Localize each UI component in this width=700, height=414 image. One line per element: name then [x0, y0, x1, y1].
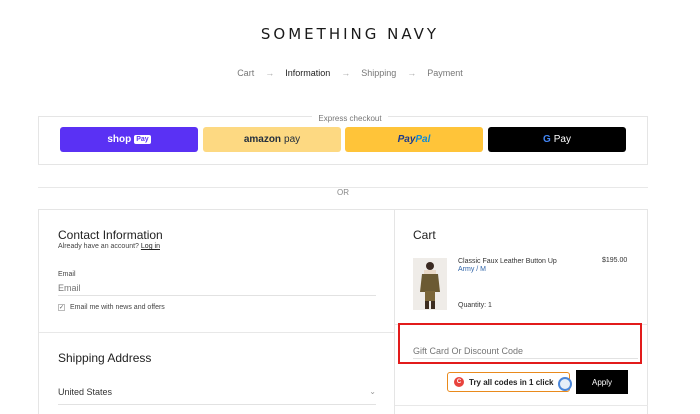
- shop-pay-badge: Pay: [134, 135, 151, 144]
- newsletter-option[interactable]: ✓ Email me with news and offers: [58, 304, 165, 311]
- shop-pay-button[interactable]: shop Pay: [60, 127, 198, 152]
- amazon-pay-button[interactable]: amazon pay: [203, 127, 341, 152]
- paypal-pay-text: Pay: [397, 134, 416, 145]
- apply-button[interactable]: Apply: [576, 370, 628, 394]
- try-all-codes-label: Try all codes in 1 click: [469, 377, 554, 387]
- try-all-codes-button[interactable]: C Try all codes in 1 click: [447, 372, 570, 392]
- have-account-label: Already have an account?: [58, 243, 139, 250]
- email-field[interactable]: [58, 280, 376, 296]
- express-checkout-label-row: Express checkout: [0, 108, 700, 126]
- country-select[interactable]: United States ⌄: [58, 387, 376, 405]
- chevron-right-icon: →: [341, 68, 351, 78]
- google-g-icon: G: [542, 134, 551, 145]
- breadcrumb: Cart → Information → Shipping → Payment: [0, 68, 700, 78]
- newsletter-label: Email me with news and offers: [70, 304, 165, 311]
- breadcrumb-information: Information: [285, 68, 331, 78]
- cart-title: Cart: [413, 228, 436, 242]
- product-price: $195.00: [602, 257, 628, 264]
- or-label: OR: [331, 188, 355, 197]
- have-account-text: Already have an account? Log in: [58, 243, 160, 250]
- discount-highlight-frame: [398, 323, 642, 364]
- chevron-down-icon: ⌄: [369, 387, 376, 396]
- section-divider: [39, 332, 394, 333]
- product-quantity: Quantity: 1: [458, 302, 492, 309]
- paypal-pal-text: Pal: [415, 134, 431, 145]
- google-pay-text: Pay: [553, 134, 571, 145]
- country-value: United States: [58, 387, 113, 397]
- email-label: Email: [58, 271, 76, 278]
- amazon-logo-text: amazon: [243, 134, 282, 145]
- contact-title: Contact Information: [58, 228, 163, 242]
- shipping-title: Shipping Address: [58, 351, 152, 365]
- chevron-right-icon: →: [265, 68, 275, 78]
- newsletter-checkbox[interactable]: ✓: [58, 304, 65, 311]
- breadcrumb-shipping: Shipping: [361, 68, 397, 78]
- login-link[interactable]: Log in: [141, 243, 160, 250]
- product-thumbnail: [413, 258, 447, 310]
- paypal-button[interactable]: Pay Pal: [345, 127, 483, 152]
- express-checkout-label: Express checkout: [312, 114, 388, 123]
- amazon-pay-text: pay: [284, 134, 301, 145]
- cart-bottom-divider: [395, 405, 648, 406]
- cursor-pointer-icon: [558, 377, 572, 391]
- breadcrumb-cart[interactable]: Cart: [234, 68, 257, 78]
- google-pay-button[interactable]: G Pay: [488, 127, 626, 152]
- shop-pay-text: shop: [107, 134, 132, 145]
- product-variant: Army / M: [458, 266, 486, 273]
- customer-info-panel: Contact Information Already have an acco…: [38, 209, 395, 414]
- product-name: Classic Faux Leather Button Up: [458, 258, 557, 265]
- coupon-extension-icon: C: [454, 377, 464, 387]
- brand-logo[interactable]: SOMETHING NAVY: [0, 25, 700, 43]
- breadcrumb-payment: Payment: [427, 68, 463, 78]
- chevron-right-icon: →: [407, 68, 417, 78]
- or-label-row: OR: [0, 182, 686, 200]
